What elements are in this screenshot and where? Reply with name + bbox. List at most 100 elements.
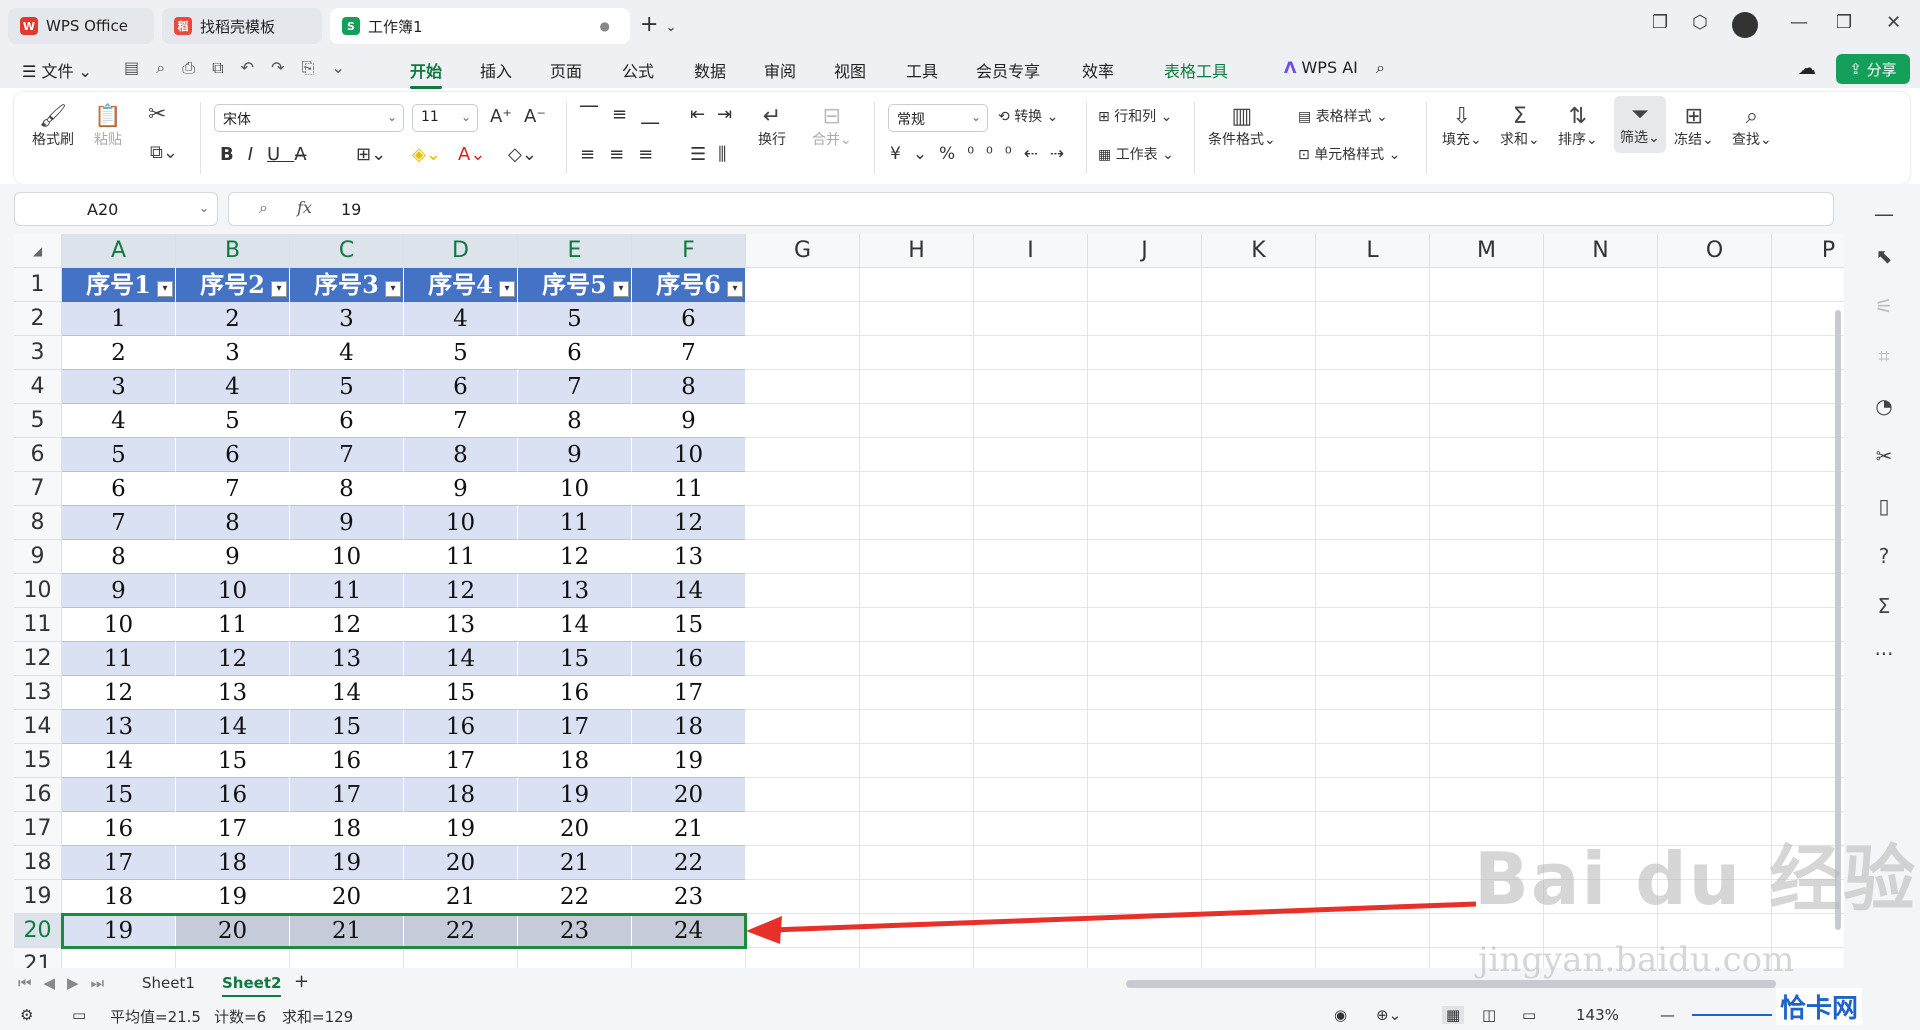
sum-button[interactable]: Σ 求和⌄ [1500, 104, 1540, 149]
window-layout-icon[interactable]: ❐ [1652, 12, 1668, 33]
tab-wps-office[interactable]: W WPS Office [8, 8, 154, 44]
table-cell[interactable]: 20 [632, 778, 746, 812]
font-name-select[interactable]: 宋体 ⌄ [214, 104, 404, 132]
table-cell[interactable]: 3 [290, 302, 404, 336]
table-cell[interactable]: 8 [176, 506, 290, 540]
macro-icon[interactable]: ⚙ [20, 1006, 33, 1024]
table-cell[interactable]: 9 [62, 574, 176, 608]
table-cell[interactable]: 6 [518, 336, 632, 370]
table-cell[interactable]: 14 [176, 710, 290, 744]
select-all-corner[interactable]: ◢ [14, 234, 62, 268]
name-box[interactable]: A20 ⌄ [14, 192, 218, 226]
table-cell[interactable]: 13 [62, 710, 176, 744]
table-cell[interactable]: 10 [518, 472, 632, 506]
table-cell[interactable]: 14 [518, 608, 632, 642]
table-cell[interactable]: 14 [290, 676, 404, 710]
sheet-icon[interactable]: ▭ [72, 1006, 86, 1024]
chart-icon[interactable]: ◔ [1872, 394, 1896, 418]
table-cell[interactable]: 7 [62, 506, 176, 540]
eye-icon[interactable]: ◉ [1334, 1006, 1347, 1024]
adjust-icon[interactable]: ⚟ [1872, 294, 1896, 318]
indent-icons[interactable]: ⇤⇥ [690, 104, 744, 125]
menu-home[interactable]: 开始 [410, 58, 443, 89]
table-cell[interactable]: 9 [176, 540, 290, 574]
table-cell[interactable]: 19 [404, 812, 518, 846]
table-header-cell[interactable]: 序号1 ▾ [62, 268, 176, 302]
column-header-a[interactable]: A [62, 234, 176, 268]
layout-mode-icon[interactable]: ⊕⌄ [1376, 1006, 1401, 1024]
table-cell[interactable]: 20 [176, 914, 290, 948]
column-header-m[interactable]: M [1430, 234, 1544, 268]
table-cell[interactable]: 16 [518, 676, 632, 710]
table-cell[interactable]: 7 [632, 336, 746, 370]
cell-style-button[interactable]: ⊡ 单元格样式 ⌄ [1298, 144, 1400, 164]
table-cell[interactable]: 10 [176, 574, 290, 608]
table-cell[interactable]: 5 [176, 404, 290, 438]
table-cell[interactable]: 8 [290, 472, 404, 506]
table-cell[interactable]: 19 [632, 744, 746, 778]
filter-dropdown-icon[interactable]: ▾ [727, 281, 743, 297]
table-header-cell[interactable]: 序号2 ▾ [176, 268, 290, 302]
table-cell[interactable]: 14 [404, 642, 518, 676]
font-color-icon[interactable]: A⌄ [458, 144, 485, 165]
table-cell[interactable]: 20 [290, 880, 404, 914]
row-header-20[interactable]: 20 [14, 914, 62, 948]
table-cell[interactable]: 17 [404, 744, 518, 778]
page-break-icon[interactable]: ▭ [1522, 1006, 1536, 1024]
book-icon[interactable]: ▯ [1872, 494, 1896, 518]
table-cell[interactable]: 8 [632, 370, 746, 404]
menu-insert[interactable]: 插入 [480, 58, 512, 82]
table-cell[interactable]: 7 [518, 370, 632, 404]
row-header-16[interactable]: 16 [14, 778, 62, 812]
table-header-cell[interactable]: 序号4 ▾ [404, 268, 518, 302]
sigma-icon[interactable]: Σ [1872, 594, 1896, 618]
table-cell[interactable]: 15 [518, 642, 632, 676]
row-header-17[interactable]: 17 [14, 812, 62, 846]
crop-icon[interactable]: ⌗ [1872, 344, 1896, 368]
table-cell[interactable]: 18 [404, 778, 518, 812]
table-cell[interactable]: 6 [632, 302, 746, 336]
fill-button[interactable]: ⇩ 填充⌄ [1442, 104, 1482, 149]
table-cell[interactable]: 12 [518, 540, 632, 574]
column-header-k[interactable]: K [1202, 234, 1316, 268]
table-cell[interactable]: 13 [176, 676, 290, 710]
table-cell[interactable]: 12 [62, 676, 176, 710]
table-cell[interactable]: 9 [632, 404, 746, 438]
table-cell[interactable]: 10 [632, 438, 746, 472]
table-cell[interactable]: 22 [518, 880, 632, 914]
table-cell[interactable]: 10 [290, 540, 404, 574]
fx-icon[interactable]: fx [297, 198, 312, 217]
table-cell[interactable]: 17 [176, 812, 290, 846]
table-style-button[interactable]: ▤ 表格样式 ⌄ [1298, 106, 1388, 126]
zoom-out-icon[interactable]: — [1660, 1006, 1675, 1024]
zoom-slider[interactable] [1692, 1014, 1772, 1016]
cube-icon[interactable]: ⬡ [1692, 12, 1708, 33]
row-header-6[interactable]: 6 [14, 438, 62, 472]
table-cell[interactable]: 18 [62, 880, 176, 914]
page-layout-icon[interactable]: ◫ [1482, 1006, 1496, 1024]
row-header-12[interactable]: 12 [14, 642, 62, 676]
cut-icon[interactable]: ✂ [148, 102, 166, 127]
fill-color-icon[interactable]: ◈⌄ [412, 144, 441, 165]
menu-tools[interactable]: 工具 [906, 58, 938, 82]
help-icon[interactable]: ? [1872, 544, 1896, 568]
pointer-icon[interactable]: ⬉ [1872, 244, 1896, 268]
table-cell[interactable]: 6 [290, 404, 404, 438]
menu-view[interactable]: 视图 [834, 58, 866, 82]
sort-button[interactable]: ⇅ 排序⌄ [1558, 104, 1598, 149]
filter-dropdown-icon[interactable]: ▾ [613, 281, 629, 297]
row-header-21[interactable]: 21 [14, 948, 62, 968]
table-cell[interactable]: 19 [290, 846, 404, 880]
row-header-18[interactable]: 18 [14, 846, 62, 880]
rows-cols-button[interactable]: ⊞ 行和列 ⌄ [1098, 106, 1172, 126]
table-cell[interactable]: 10 [62, 608, 176, 642]
table-cell[interactable]: 6 [62, 472, 176, 506]
row-header-19[interactable]: 19 [14, 880, 62, 914]
table-cell[interactable]: 11 [176, 608, 290, 642]
table-cell[interactable]: 19 [176, 880, 290, 914]
table-cell[interactable]: 11 [290, 574, 404, 608]
row-header-1[interactable]: 1 [14, 268, 62, 302]
table-cell[interactable]: 19 [518, 778, 632, 812]
text-format-icons[interactable]: BIUA̶ [220, 144, 321, 165]
table-cell[interactable]: 3 [176, 336, 290, 370]
